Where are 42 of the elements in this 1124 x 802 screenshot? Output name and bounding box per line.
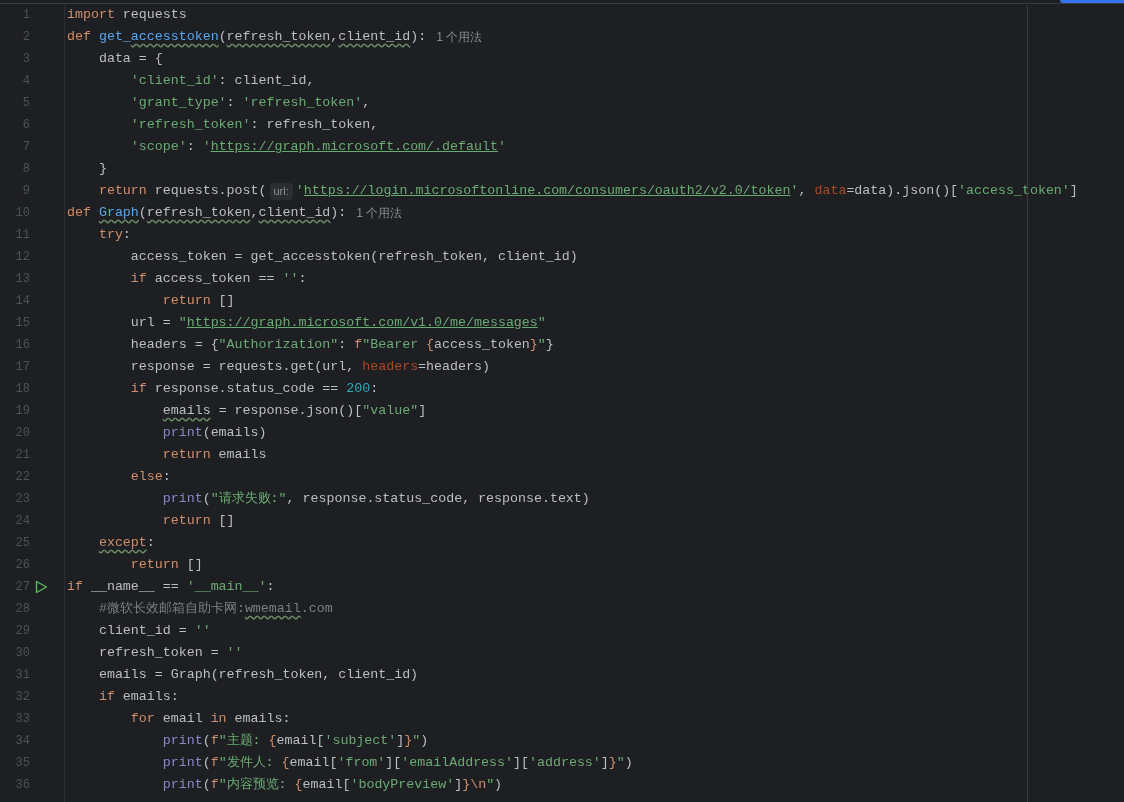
code-line: if access_token == '': <box>129 270 307 288</box>
code-line: if __name__ == '__main__': <box>67 578 275 596</box>
code-line: else: <box>129 468 171 486</box>
code-line: print(f"发件人: {email['from']['emailAddress']['address']}") <box>161 754 633 772</box>
inlay-hint: url: <box>269 182 293 200</box>
code-line: return [] <box>161 512 235 530</box>
code-line: 'scope': 'https://graph.microsoft.com/.default' <box>129 138 506 156</box>
usages-hint[interactable]: 1 个用法 <box>436 28 483 46</box>
code-line: emails = response.json()["value"] <box>161 402 427 420</box>
code-line: access_token = get_accesstoken(refresh_token, client_id) <box>129 248 578 266</box>
code-line: client_id = '' <box>97 622 211 640</box>
code-line: return [] <box>129 556 203 574</box>
code-line: print(f"主题: {email['subject']}") <box>161 732 429 750</box>
code-line: for email in emails: <box>129 710 291 728</box>
run-icon[interactable] <box>35 580 48 594</box>
code-line: url = "https://graph.microsoft.com/v1.0/me/messages" <box>129 314 546 332</box>
code-line: if emails: <box>97 688 179 706</box>
code-line: emails = Graph(refresh_token, client_id) <box>97 666 419 684</box>
code-line: print("请求失败:", response.status_code, response.text) <box>161 490 590 508</box>
code-line: data = { <box>97 50 163 68</box>
usages-hint[interactable]: 1 个用法 <box>356 204 403 222</box>
code-line: refresh_token = '' <box>97 644 243 662</box>
code-line: if response.status_code == 200: <box>129 380 379 398</box>
code-line: 'refresh_token': refresh_token, <box>129 116 379 134</box>
code-line: 'grant_type': 'refresh_token', <box>129 94 371 112</box>
code-line: def get_accesstoken(refresh_token,client_id): <box>67 28 427 46</box>
code-line: return emails <box>161 446 267 464</box>
code-line: return [] <box>161 292 235 310</box>
code-line: #微软长效邮箱自助卡网:wmemail.com <box>97 600 333 618</box>
code-line: } <box>97 160 107 178</box>
code-line: print(emails) <box>161 424 267 442</box>
code-line: try: <box>97 226 131 244</box>
code-line: return requests.post( <box>97 182 267 200</box>
code-line: response = requests.get(url, headers=headers) <box>129 358 490 376</box>
code-line: headers = {"Authorization": f"Bearer {access_token}"} <box>129 336 554 354</box>
code-line: except: <box>97 534 155 552</box>
code-line: print(f"内容预览: {email['bodyPreview']}\n") <box>161 776 503 794</box>
code-line: 'client_id': client_id, <box>129 72 315 90</box>
code-line: import requests <box>67 6 187 24</box>
code-line: 'https://login.microsoftonline.com/consumers/oauth2/v2.0/token', data=data).json()['access_token'] <box>295 182 1078 200</box>
active-tab-indicator <box>1060 0 1124 3</box>
code-line: def Graph(refresh_token,client_id): <box>67 204 347 222</box>
